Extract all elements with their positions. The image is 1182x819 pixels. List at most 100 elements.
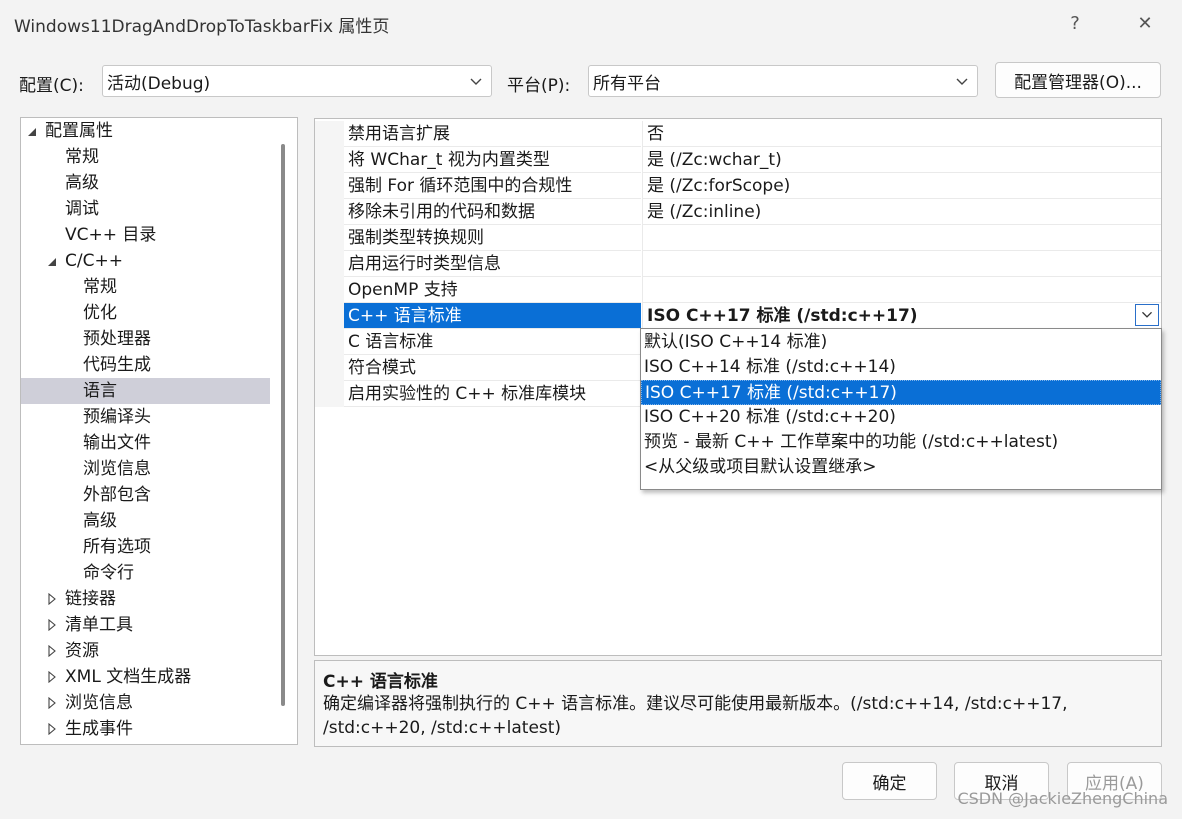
tree-item[interactable]: 优化 xyxy=(21,300,270,326)
tree-item[interactable]: XML 文档生成器 xyxy=(21,664,270,690)
tree-item[interactable]: 生成事件 xyxy=(21,716,270,742)
value-dropdown-button[interactable] xyxy=(1135,304,1159,326)
tree-item[interactable]: 清单工具 xyxy=(21,612,270,638)
property-value[interactable]: 否 xyxy=(642,121,1161,147)
platform-value: 所有平台 xyxy=(593,73,661,94)
description-title: C++ 语言标准 xyxy=(323,672,438,692)
property-value-text: 否 xyxy=(647,124,664,144)
tree-item-label: 高级 xyxy=(65,173,99,193)
tree-item-label: 清单工具 xyxy=(65,615,133,635)
ok-button[interactable]: 确定 xyxy=(842,762,937,800)
tree-item[interactable]: 浏览信息 xyxy=(21,690,270,716)
tree-item[interactable]: 代码生成 xyxy=(21,352,270,378)
tree-item[interactable]: 外部包含 xyxy=(21,482,270,508)
property-value-text: 是 (/Zc:wchar_t) xyxy=(647,150,782,170)
collapsed-arrow-icon[interactable] xyxy=(47,645,57,657)
tree-item[interactable]: 链接器 xyxy=(21,586,270,612)
tree-item-label: 外部包含 xyxy=(83,485,151,505)
row-gutter xyxy=(315,355,344,381)
tree-item-label: 代码生成 xyxy=(83,355,151,375)
tree-item[interactable]: 命令行 xyxy=(21,560,270,586)
tree-item[interactable]: 调试 xyxy=(21,196,270,222)
dropdown-option[interactable]: ISO C++20 标准 (/std:c++20) xyxy=(641,405,1161,430)
tree-item-label: 优化 xyxy=(83,303,117,323)
property-row[interactable]: 强制 For 循环范围中的合规性是 (/Zc:forScope) xyxy=(315,173,1161,199)
property-row[interactable]: C++ 语言标准 ISO C++17 标准 (/std:c++17) xyxy=(315,303,1161,329)
tree-item[interactable]: 所有选项 xyxy=(21,534,270,560)
tree-item-label: 资源 xyxy=(65,641,99,661)
window-title: Windows11DragAndDropToTaskbarFix 属性页 xyxy=(14,17,390,37)
property-name: C 语言标准 xyxy=(344,329,641,355)
tree-item-label: 预编译头 xyxy=(83,407,151,427)
row-gutter xyxy=(315,381,344,407)
tree-item-label: 高级 xyxy=(83,511,117,531)
close-button[interactable]: ✕ xyxy=(1122,0,1168,46)
row-gutter xyxy=(315,199,344,225)
language-standard-dropdown-list: 默认(ISO C++14 标准) ISO C++14 标准 (/std:c++14… xyxy=(640,328,1162,490)
property-value[interactable]: 是 (/Zc:forScope) xyxy=(642,173,1161,199)
tree-item-label: 语言 xyxy=(83,381,117,401)
property-value-text: ISO C++17 标准 (/std:c++17) xyxy=(647,306,918,326)
expanded-arrow-icon[interactable] xyxy=(47,255,57,267)
row-gutter xyxy=(315,147,344,173)
dropdown-option[interactable]: ISO C++14 标准 (/std:c++14) xyxy=(641,355,1161,380)
property-name: OpenMP 支持 xyxy=(344,277,641,303)
property-tree: 配置属性 常规 高级 调试 VC++ 目录 C/C++ 常规 优化 预处理器 代码生成 语言 预编译头… xyxy=(20,117,298,745)
tree-item[interactable]: 常规 xyxy=(21,144,270,170)
property-value[interactable]: 是 (/Zc:wchar_t) xyxy=(642,147,1161,173)
dropdown-option[interactable]: 默认(ISO C++14 标准) xyxy=(641,330,1161,355)
tree-item[interactable]: VC++ 目录 xyxy=(21,222,270,248)
description-text: 确定编译器将强制执行的 C++ 语言标准。建议尽可能使用最新版本。(/std:c… xyxy=(323,694,1068,738)
tree-item[interactable]: 输出文件 xyxy=(21,430,270,456)
dropdown-option[interactable]: ISO C++17 标准 (/std:c++17) xyxy=(641,380,1161,405)
title-bar: Windows11DragAndDropToTaskbarFix 属性页 ? ✕ xyxy=(0,0,1182,46)
tree-item[interactable]: C/C++ xyxy=(21,248,270,274)
collapsed-arrow-icon[interactable] xyxy=(47,619,57,631)
platform-combobox[interactable]: 所有平台 xyxy=(588,65,978,97)
property-value[interactable] xyxy=(642,225,1161,251)
property-name: 强制 For 循环范围中的合规性 xyxy=(344,173,641,199)
property-row[interactable]: 启用运行时类型信息 xyxy=(315,251,1161,277)
tree-item-label: C/C++ xyxy=(65,251,123,271)
platform-label: 平台(P): xyxy=(507,76,571,96)
property-value[interactable]: 是 (/Zc:inline) xyxy=(642,199,1161,225)
tree-item[interactable]: 浏览信息 xyxy=(21,456,270,482)
tree-item-label: 生成事件 xyxy=(65,719,133,739)
dropdown-option[interactable]: <从父级或项目默认设置继承> xyxy=(641,455,1161,480)
collapsed-arrow-icon[interactable] xyxy=(47,593,57,605)
tree-item[interactable]: 预处理器 xyxy=(21,326,270,352)
row-gutter xyxy=(315,121,344,147)
expanded-arrow-icon[interactable] xyxy=(27,125,37,137)
dropdown-option[interactable]: 预览 - 最新 C++ 工作草案中的功能 (/std:c++latest) xyxy=(641,430,1161,455)
tree-item[interactable]: 高级 xyxy=(21,170,270,196)
property-row[interactable]: 将 WChar_t 视为内置类型是 (/Zc:wchar_t) xyxy=(315,147,1161,173)
tree-scrollbar[interactable] xyxy=(281,144,285,706)
collapsed-arrow-icon[interactable] xyxy=(47,697,57,709)
tree-item[interactable]: 资源 xyxy=(21,638,270,664)
chevron-down-icon xyxy=(1142,311,1152,318)
tree-item[interactable]: 配置属性 xyxy=(21,118,270,144)
tree-item-label: VC++ 目录 xyxy=(65,225,157,245)
row-gutter xyxy=(315,277,344,303)
property-row[interactable]: OpenMP 支持 xyxy=(315,277,1161,303)
property-value[interactable] xyxy=(642,251,1161,277)
tree-item[interactable]: 预编译头 xyxy=(21,404,270,430)
collapsed-arrow-icon[interactable] xyxy=(47,671,57,683)
collapsed-arrow-icon[interactable] xyxy=(47,723,57,735)
property-row[interactable]: 强制类型转换规则 xyxy=(315,225,1161,251)
tree-item[interactable]: 高级 xyxy=(21,508,270,534)
property-row[interactable]: 移除未引用的代码和数据是 (/Zc:inline) xyxy=(315,199,1161,225)
row-gutter xyxy=(315,173,344,199)
property-value[interactable]: ISO C++17 标准 (/std:c++17) xyxy=(642,303,1161,329)
tree-item[interactable]: 语言 xyxy=(21,378,270,404)
property-value[interactable] xyxy=(642,277,1161,303)
help-button[interactable]: ? xyxy=(1052,0,1098,46)
config-combobox[interactable]: 活动(Debug) xyxy=(102,65,492,97)
property-row[interactable]: 禁用语言扩展否 xyxy=(315,121,1161,147)
tree-item[interactable]: 常规 xyxy=(21,274,270,300)
config-manager-button[interactable]: 配置管理器(O)... xyxy=(995,62,1161,98)
tree-item-label: XML 文档生成器 xyxy=(65,667,192,687)
tree-item-label: 调试 xyxy=(65,199,99,219)
property-name: 启用实验性的 C++ 标准库模块 xyxy=(344,381,641,407)
chevron-down-icon xyxy=(470,78,482,85)
